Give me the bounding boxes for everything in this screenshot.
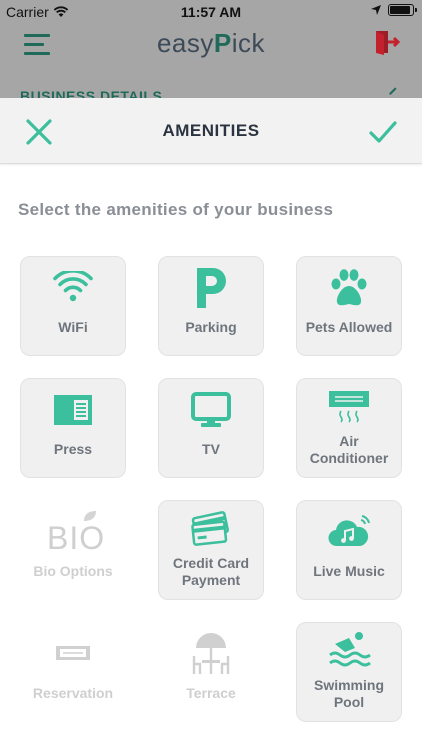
swimmer-icon <box>329 632 371 667</box>
amenity-label: WiFi <box>58 319 88 335</box>
business-details-title: BUSINESS DETAILS <box>20 88 163 98</box>
modal-title: AMENITIES <box>162 121 260 140</box>
amenity-label: Parking <box>185 319 237 335</box>
amenity-tile-bio-options[interactable]: BIO Bio Options <box>20 500 126 600</box>
amenity-label: Reservation <box>32 685 114 701</box>
edit-pencil-icon <box>389 87 397 95</box>
logout-icon[interactable] <box>374 28 400 56</box>
amenity-label: Air Conditioner <box>309 433 389 466</box>
brand-pin: P <box>213 28 232 58</box>
amenity-tile-press[interactable]: Press <box>20 378 126 478</box>
location-arrow-icon <box>371 5 381 15</box>
instructions-text: Select the amenities of your business <box>18 200 334 219</box>
amenity-tile-terrace[interactable]: Terrace <box>158 622 264 722</box>
amenity-tile-pets-allowed[interactable]: Pets Allowed <box>296 256 402 356</box>
amenity-tile-reservation[interactable]: Reservation <box>20 622 126 722</box>
newspaper-icon <box>54 395 92 425</box>
paw-icon <box>331 269 367 306</box>
brand-prefix: easy <box>156 28 214 58</box>
battery-icon <box>388 4 417 16</box>
checkmark-icon[interactable] <box>368 118 398 146</box>
brand-logo: easyPick <box>0 28 422 59</box>
bio-icon-text: BIO <box>47 520 106 556</box>
status-right <box>370 4 417 16</box>
amenity-tile-credit-card-payment[interactable]: Credit Card Payment <box>158 500 264 600</box>
amenity-tile-wifi[interactable]: WiFi <box>20 256 126 356</box>
amenities-grid: WiFi Parking Pets Allowed Press TV Air C… <box>20 256 402 722</box>
brand-suffix: ick <box>231 28 266 58</box>
app-header: easyPick BUSINESS DETAILS <box>0 24 422 98</box>
amenity-tile-parking[interactable]: Parking <box>158 256 264 356</box>
clock: 11:57 AM <box>180 4 242 20</box>
cloud-music-icon <box>328 515 370 547</box>
bio-leaf-icon: BIO <box>43 510 106 556</box>
amenity-tile-tv[interactable]: TV <box>158 378 264 478</box>
wifi-icon <box>53 271 93 302</box>
amenity-label: Bio Options <box>33 563 113 579</box>
air-conditioner-icon <box>329 391 369 423</box>
reservation-ticket-icon <box>56 646 90 660</box>
amenity-label: Swimming Pool <box>313 677 384 710</box>
credit-card-icon <box>191 511 229 546</box>
amenities-header: AMENITIES <box>0 98 422 164</box>
amenity-label: Live Music <box>313 563 385 579</box>
amenity-tile-air-conditioner[interactable]: Air Conditioner <box>296 378 402 478</box>
amenity-label: TV <box>202 441 220 457</box>
status-bar: Carrier 11:57 AM <box>0 0 422 24</box>
tv-icon <box>191 392 231 427</box>
amenity-label: Terrace <box>186 685 236 701</box>
amenity-label: Press <box>53 441 93 457</box>
amenity-label: Credit Card Payment <box>172 555 250 588</box>
amenity-tile-swimming-pool[interactable]: Swimming Pool <box>296 622 402 722</box>
amenity-label: Pets Allowed <box>305 319 393 335</box>
terrace-umbrella-icon <box>192 633 230 674</box>
amenity-tile-live-music[interactable]: Live Music <box>296 500 402 600</box>
parking-icon <box>197 268 226 308</box>
